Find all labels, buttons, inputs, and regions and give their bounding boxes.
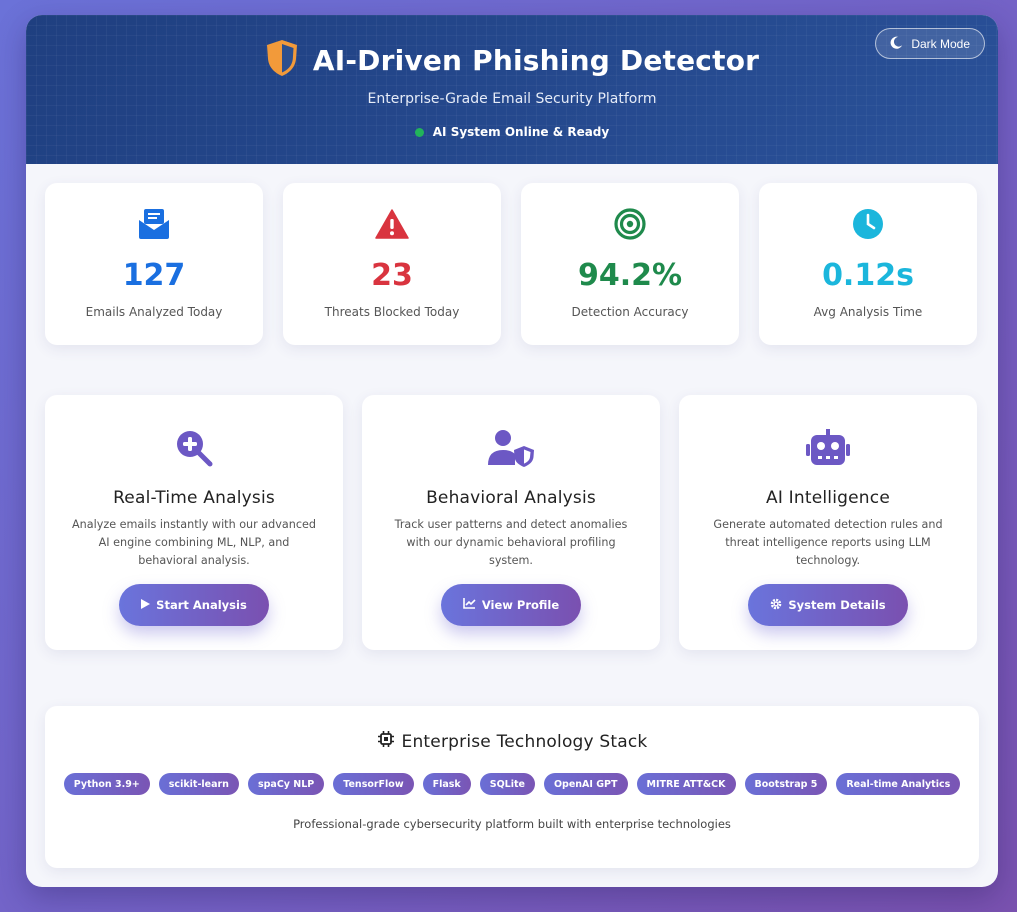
target-icon xyxy=(614,207,646,241)
system-details-button[interactable]: System Details xyxy=(748,584,908,626)
chart-line-icon xyxy=(463,598,476,612)
tech-chip: Python 3.9+ xyxy=(63,773,150,795)
tech-chip: SQLite xyxy=(479,773,535,795)
feature-title: Real-Time Analysis xyxy=(113,488,275,508)
start-analysis-button[interactable]: Start Analysis xyxy=(119,584,269,626)
tech-footer-text: Professional-grade cybersecurity platfor… xyxy=(293,817,731,831)
tech-chip: TensorFlow xyxy=(333,773,414,795)
feature-title: AI Intelligence xyxy=(766,488,890,508)
stat-value: 23 xyxy=(371,258,413,293)
tech-stack-title: Enterprise Technology Stack xyxy=(45,730,979,753)
clock-icon xyxy=(852,207,884,241)
robot-icon xyxy=(805,428,851,468)
system-status: AI System Online & Ready xyxy=(26,125,998,139)
play-icon xyxy=(141,598,151,612)
stat-card-threats: 23 Threats Blocked Today xyxy=(283,183,501,345)
tech-stack-section: Enterprise Technology Stack Python 3.9+ … xyxy=(45,706,979,868)
stat-label: Emails Analyzed Today xyxy=(85,305,223,319)
stat-value: 94.2% xyxy=(577,258,683,293)
header: AI-Driven Phishing Detector Enterprise-G… xyxy=(26,15,998,164)
dark-mode-label: Dark Mode xyxy=(911,36,970,51)
feature-description: Generate automated detection rules and t… xyxy=(713,518,943,567)
stat-label: Detection Accuracy xyxy=(571,305,689,319)
page-title: AI-Driven Phishing Detector xyxy=(312,43,760,77)
tech-chip: scikit-learn xyxy=(158,773,239,795)
feature-description: Analyze emails instantly with our advanc… xyxy=(72,518,316,567)
stat-label: Avg Analysis Time xyxy=(813,305,923,319)
view-profile-button[interactable]: View Profile xyxy=(440,584,582,626)
tech-chips: Python 3.9+ scikit-learn spaCy NLP Tenso… xyxy=(45,773,979,795)
microchip-icon xyxy=(377,730,395,753)
app-window: AI-Driven Phishing Detector Enterprise-G… xyxy=(26,15,998,887)
feature-description: Track user patterns and detect anomalies… xyxy=(394,518,628,567)
feature-card-behavioral: Behavioral Analysis Track user patterns … xyxy=(362,395,660,650)
tech-chip: MITRE ATT&CK xyxy=(636,773,736,795)
tech-chip: OpenAI GPT xyxy=(543,773,628,795)
title-row: AI-Driven Phishing Detector xyxy=(26,39,998,81)
page-subtitle: Enterprise-Grade Email Security Platform xyxy=(367,91,657,107)
features-row: Real-Time Analysis Analyze emails instan… xyxy=(45,395,977,650)
tech-chip: Real-time Analytics xyxy=(836,773,961,795)
stat-card-emails: 127 Emails Analyzed Today xyxy=(45,183,263,345)
shield-icon xyxy=(265,39,299,81)
stat-label: Threats Blocked Today xyxy=(324,305,460,319)
tech-chip: Flask xyxy=(422,773,471,795)
cog-icon xyxy=(770,598,782,613)
button-label: Start Analysis xyxy=(156,598,247,612)
tech-chip: Bootstrap 5 xyxy=(744,773,828,795)
search-plus-icon xyxy=(175,428,213,468)
stat-value: 0.12s xyxy=(822,258,914,293)
button-label: System Details xyxy=(788,598,886,612)
tech-chip: spaCy NLP xyxy=(247,773,325,795)
user-shield-icon xyxy=(487,428,535,468)
warning-icon xyxy=(375,207,409,241)
tech-stack-title-text: Enterprise Technology Stack xyxy=(401,731,648,752)
feature-card-ai: AI Intelligence Generate automated detec… xyxy=(679,395,977,650)
stat-card-time: 0.12s Avg Analysis Time xyxy=(759,183,977,345)
stats-row: 127 Emails Analyzed Today 23 Threats Blo… xyxy=(45,183,977,345)
feature-card-realtime: Real-Time Analysis Analyze emails instan… xyxy=(45,395,343,650)
envelope-icon xyxy=(137,207,171,241)
moon-icon xyxy=(890,36,903,52)
button-label: View Profile xyxy=(481,598,560,612)
feature-title: Behavioral Analysis xyxy=(426,488,596,508)
status-dot-icon xyxy=(414,127,424,137)
dark-mode-button[interactable]: Dark Mode xyxy=(875,28,985,59)
stat-value: 127 xyxy=(122,258,186,293)
stat-card-accuracy: 94.2% Detection Accuracy xyxy=(521,183,739,345)
status-text: AI System Online & Ready xyxy=(432,125,610,139)
